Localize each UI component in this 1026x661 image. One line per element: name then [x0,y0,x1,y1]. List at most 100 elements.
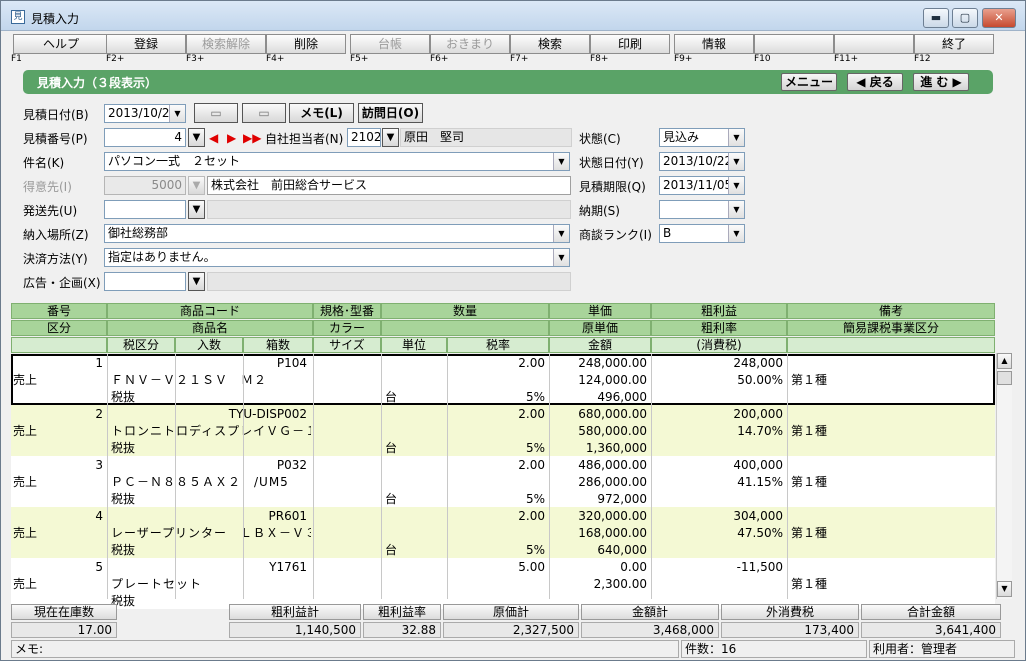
row-qty[interactable]: 2.00 [381,508,545,524]
row-kubun[interactable]: 売上 [13,576,103,592]
row-product-name[interactable]: レーザープリンター ＬＢＸ－Ｖ３Ｃ [111,525,311,541]
row-tax-kubun[interactable]: 税抜 [111,440,171,456]
status-select[interactable]: 見込み ▼ [659,128,745,147]
quote-no-field[interactable]: 4 [104,128,186,147]
row-qty[interactable]: 2.00 [381,355,545,371]
fkey-print-button[interactable]: 印刷 [590,34,670,54]
row-product-code[interactable]: TYU-DISP002 [107,406,307,422]
subject-select[interactable]: パソコン一式 ２セット ▼ [104,152,570,171]
row-unit-price[interactable]: 320,000.00 [549,508,647,524]
ship-to-field[interactable] [104,200,186,219]
row-note[interactable]: 第１種 [791,525,911,541]
row-product-code[interactable]: PR601 [107,508,307,524]
fkey-exit-button[interactable]: 終了 [914,34,994,54]
row-number[interactable]: 1 [11,355,103,371]
row-note[interactable]: 第１種 [791,474,911,490]
last-arrow-icon[interactable]: ▶▶ [243,131,261,145]
row-product-code[interactable]: P032 [107,457,307,473]
row-kubun[interactable]: 売上 [13,525,103,541]
row-tax-rate[interactable]: 5% [447,440,545,456]
row-product-name[interactable]: プレートセット [111,576,311,592]
row-product-code[interactable]: Y1761 [107,559,307,575]
row-number[interactable]: 3 [11,457,103,473]
row-qty[interactable]: 2.00 [381,457,545,473]
row-product-name[interactable]: ＰＣ－Ｎ８８５ＡＸ２ /UM5 [111,474,311,490]
row-product-name[interactable]: トロンニトロディスプレイＶＧ－１２ [111,423,311,439]
row-tax-kubun[interactable]: 税抜 [111,593,171,609]
row-profit-rate[interactable]: 41.15% [651,474,783,490]
fkey-f10-button[interactable] [754,34,834,54]
row-tax-rate[interactable]: 5% [447,542,545,558]
row-profit[interactable]: 304,000 [651,508,783,524]
row-qty[interactable]: 2.00 [381,406,545,422]
row-unit-price[interactable]: 680,000.00 [549,406,647,422]
row-cost[interactable]: 168,000.00 [549,525,647,541]
row-tax-rate[interactable]: 5% [447,491,545,507]
fkey-help-button[interactable]: ヘルプ [13,34,109,54]
memo-button[interactable]: メモ(L) [289,103,354,123]
row-profit[interactable]: 200,000 [651,406,783,422]
row-unit[interactable]: 台 [385,440,445,456]
filter-icon[interactable]: ▼ [188,128,205,147]
row-profit[interactable]: 248,000 [651,355,783,371]
fkey-info-button[interactable]: 情報 [674,34,754,54]
staff-code-field[interactable]: 2102 [347,128,381,147]
row-number[interactable]: 2 [11,406,103,422]
chevron-down-icon[interactable]: ▼ [169,105,185,122]
scroll-thumb[interactable] [997,371,1012,385]
row-cost[interactable]: 2,300.00 [549,576,647,592]
rank-select[interactable]: B ▼ [659,224,745,243]
payment-select[interactable]: 指定はありません。 ▼ [104,248,570,267]
row-kubun[interactable]: 売上 [13,372,103,388]
close-button[interactable]: ✕ [982,8,1016,28]
row-note[interactable]: 第１種 [791,423,911,439]
fkey-delete-button[interactable]: 削除 [266,34,346,54]
maximize-button[interactable]: ▢ [952,8,978,28]
quote-date-field[interactable]: 2013/10/22 ▼ [104,104,186,123]
row-profit[interactable]: -11,500 [651,559,783,575]
chevron-down-icon[interactable]: ▼ [728,153,744,170]
fkey-preset-button[interactable]: おきまり [430,34,510,54]
place-select[interactable]: 御社総務部 ▼ [104,224,570,243]
row-kubun[interactable]: 売上 [13,474,103,490]
row-unit-price[interactable]: 248,000.00 [549,355,647,371]
fkey-ledger-button[interactable]: 台帳 [350,34,430,54]
row-profit-rate[interactable]: 14.70% [651,423,783,439]
row-cost[interactable]: 580,000.00 [549,423,647,439]
fkey-f11-button[interactable] [834,34,914,54]
row-amount[interactable]: 640,000 [549,542,647,558]
row-cost[interactable]: 286,000.00 [549,474,647,490]
calendar2-button[interactable]: ▭ [242,103,286,123]
scroll-up-icon[interactable]: ▲ [997,353,1012,369]
fkey-clear-search-button[interactable]: 検索解除 [186,34,266,54]
next-arrow-icon[interactable]: ▶ [227,131,236,145]
row-product-name[interactable]: ＦＮＶ－Ｖ２１ＳＶ Ｍ２ [111,372,311,388]
delivery-date-field[interactable]: ▼ [659,200,745,219]
row-tax-kubun[interactable]: 税抜 [111,542,171,558]
expiry-date-field[interactable]: 2013/11/05 ▼ [659,176,745,195]
visit-date-button[interactable]: 訪問日(O) [358,103,423,123]
filter-icon[interactable]: ▼ [188,272,205,291]
row-note[interactable]: 第１種 [791,372,911,388]
row-amount[interactable]: 496,000 [549,389,647,405]
row-number[interactable]: 5 [11,559,103,575]
minimize-button[interactable]: ▬ [923,8,949,28]
ad-field[interactable] [104,272,186,291]
row-tax-kubun[interactable]: 税抜 [111,389,171,405]
menu-button[interactable]: メニュー [781,73,837,91]
chevron-down-icon[interactable]: ▼ [553,249,569,266]
filter-icon[interactable]: ▼ [188,200,205,219]
chevron-down-icon[interactable]: ▼ [728,129,744,146]
row-profit[interactable]: 400,000 [651,457,783,473]
row-amount[interactable]: 972,000 [549,491,647,507]
row-amount[interactable]: 1,360,000 [549,440,647,456]
back-button[interactable]: ◀ 戻る [847,73,903,91]
row-unit[interactable]: 台 [385,389,445,405]
row-product-code[interactable]: P104 [107,355,307,371]
chevron-down-icon[interactable]: ▼ [553,153,569,170]
status-date-field[interactable]: 2013/10/22 ▼ [659,152,745,171]
row-unit-price[interactable]: 486,000.00 [549,457,647,473]
row-qty[interactable]: 5.00 [381,559,545,575]
fkey-search-button[interactable]: 検索 [510,34,590,54]
prev-arrow-icon[interactable]: ◀ [209,131,218,145]
